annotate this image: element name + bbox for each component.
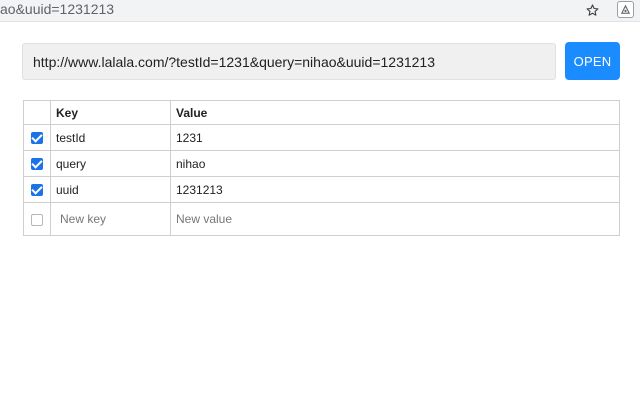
- table-row: query nihao: [23, 150, 620, 177]
- key-cell[interactable]: uuid: [50, 176, 171, 203]
- table-header-row: Key Value: [23, 100, 620, 125]
- row-checkbox[interactable]: [31, 158, 43, 171]
- table-row: uuid 1231213: [23, 176, 620, 203]
- value-cell[interactable]: 1231: [170, 124, 620, 151]
- key-cell[interactable]: testId: [50, 124, 171, 151]
- header-check-cell: [23, 100, 51, 125]
- header-value: Value: [170, 100, 620, 125]
- row-checkbox[interactable]: [31, 184, 43, 197]
- open-button[interactable]: OPEN: [565, 42, 620, 80]
- value-cell[interactable]: 1231213: [170, 176, 620, 203]
- check-cell: [23, 150, 51, 177]
- header-key: Key: [50, 100, 171, 125]
- table-body: testId 1231 query nihao uuid 1231213: [23, 124, 620, 236]
- url-input[interactable]: [22, 43, 556, 80]
- check-cell: [23, 124, 51, 151]
- row-checkbox[interactable]: [31, 132, 43, 145]
- new-param-row: [23, 202, 620, 236]
- new-value-input[interactable]: [176, 212, 614, 226]
- star-icon[interactable]: [583, 1, 601, 19]
- new-key-input[interactable]: [56, 212, 165, 226]
- key-cell: [50, 202, 171, 236]
- new-row-checkbox[interactable]: [31, 213, 43, 226]
- browser-toolbar: ao&uuid=1231213: [0, 0, 640, 22]
- extension-icon[interactable]: [617, 1, 634, 18]
- browser-address-text[interactable]: ao&uuid=1231213: [0, 0, 114, 20]
- check-cell: [23, 176, 51, 203]
- check-cell: [23, 202, 51, 236]
- value-cell: [170, 202, 620, 236]
- value-cell[interactable]: nihao: [170, 150, 620, 177]
- key-cell[interactable]: query: [50, 150, 171, 177]
- query-params-table: Key Value testId 1231 query nihao uuid 123121…: [23, 100, 620, 236]
- table-row: testId 1231: [23, 124, 620, 151]
